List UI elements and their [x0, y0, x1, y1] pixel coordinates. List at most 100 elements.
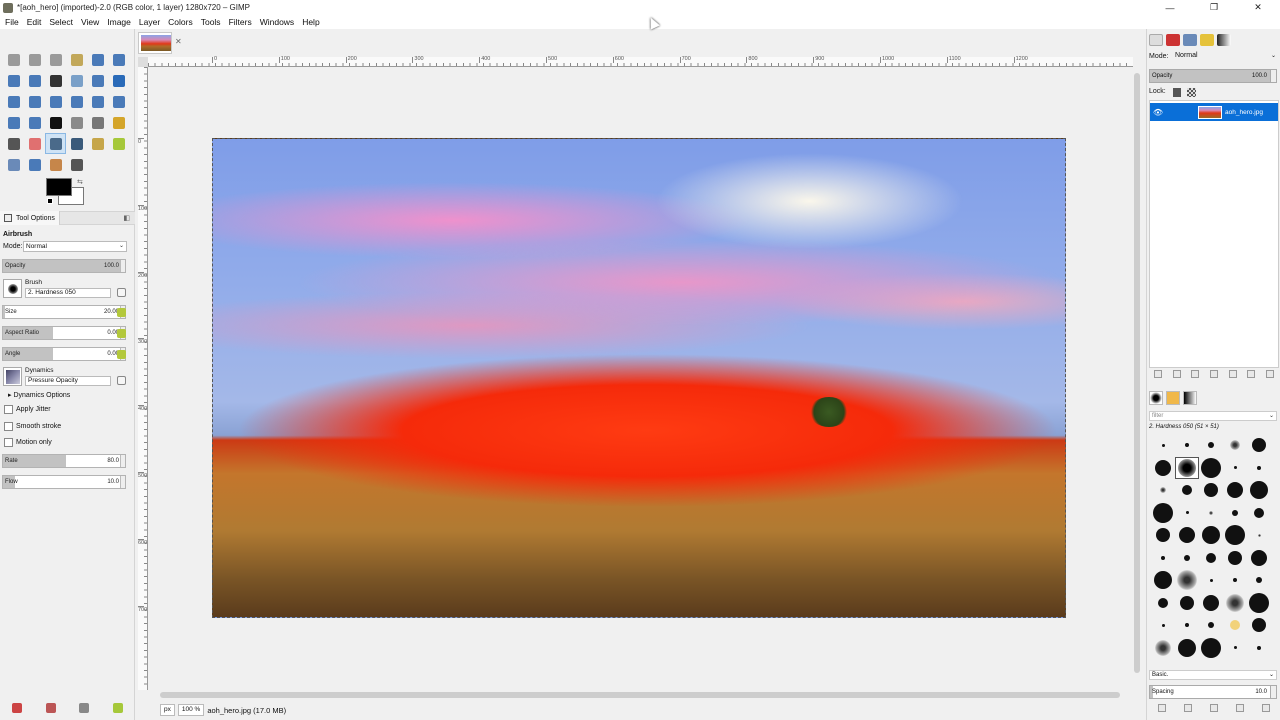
rate-slider[interactable]: Rate 80.0	[2, 454, 126, 468]
reset-options-icon[interactable]	[113, 703, 124, 713]
opacity-stepper[interactable]	[120, 260, 125, 272]
brush-item[interactable]	[1199, 547, 1223, 570]
brush-item[interactable]	[1151, 502, 1175, 525]
move-tool[interactable]	[108, 70, 129, 91]
menu-help[interactable]: Help	[302, 17, 319, 27]
brush-item[interactable]	[1223, 524, 1247, 547]
brush-item[interactable]	[1151, 547, 1175, 570]
menu-edit[interactable]: Edit	[27, 17, 42, 27]
aspect-ratio-slider[interactable]: Aspect Ratio 0.00	[2, 326, 126, 340]
paths-tool[interactable]	[24, 70, 45, 91]
horizontal-ruler[interactable]: 0 100 200 300 400 500 600 700 800 900 1000 1100 1200	[148, 56, 1133, 67]
mypaint-brush-tool[interactable]	[87, 133, 108, 154]
duplicate-brush-icon[interactable]	[1210, 704, 1218, 712]
text-tool[interactable]	[45, 112, 66, 133]
visibility-eye-icon[interactable]: 👁	[1150, 108, 1166, 117]
reset-angle-icon[interactable]	[117, 350, 126, 359]
brush-item[interactable]	[1151, 434, 1175, 457]
flow-slider[interactable]: Flow 10.0	[2, 475, 126, 489]
brush-item[interactable]	[1199, 637, 1223, 660]
brush-item[interactable]	[1175, 502, 1199, 525]
anchor-layer-icon[interactable]	[1247, 370, 1256, 378]
brush-item[interactable]	[1247, 569, 1271, 592]
brush-item[interactable]	[1175, 547, 1199, 570]
menu-tools[interactable]: Tools	[201, 17, 221, 27]
dynamics-name-field[interactable]: Pressure Opacity	[25, 376, 111, 386]
shear-tool[interactable]	[87, 91, 108, 112]
layer-mode-select[interactable]: Normal ⌄	[1175, 52, 1277, 62]
image-tab[interactable]	[138, 32, 172, 54]
brush-item[interactable]	[1175, 479, 1199, 502]
brush-item[interactable]	[1151, 479, 1175, 502]
brush-set-select[interactable]: Basic. ⌄	[1149, 670, 1277, 680]
bucket-fill-tool[interactable]	[66, 112, 87, 133]
rotate-tool[interactable]	[45, 91, 66, 112]
new-group-icon[interactable]	[1172, 370, 1181, 378]
clone-tool[interactable]	[108, 133, 129, 154]
layer-row[interactable]: 👁 aoh_hero.jpg	[1150, 103, 1278, 121]
patterns-tab-icon[interactable]	[1166, 391, 1180, 405]
brush-item[interactable]	[1247, 614, 1271, 637]
channels-tab-icon[interactable]	[1166, 34, 1180, 46]
dynamics-options-expander[interactable]: ▸ Dynamics Options	[8, 391, 70, 399]
brush-item[interactable]	[1151, 614, 1175, 637]
apply-jitter-checkbox[interactable]	[4, 405, 13, 414]
measure-tool[interactable]	[87, 70, 108, 91]
maximize-button[interactable]: ❐	[1192, 0, 1236, 15]
brush-item[interactable]	[1223, 457, 1247, 480]
tab-tool-options[interactable]: Tool Options	[0, 211, 60, 225]
brush-item[interactable]	[1175, 524, 1199, 547]
brush-item[interactable]	[1247, 637, 1271, 660]
brush-item[interactable]	[1151, 637, 1175, 660]
scissors-tool[interactable]	[108, 49, 129, 70]
brush-item[interactable]	[1223, 502, 1247, 525]
ink-tool[interactable]	[66, 133, 87, 154]
dynamics-preview[interactable]	[3, 367, 22, 386]
brush-filter-field[interactable]: filter ⌄	[1149, 411, 1277, 421]
smooth-stroke-checkbox[interactable]	[4, 422, 13, 431]
swap-colors-icon[interactable]: ⇆	[77, 178, 83, 186]
vertical-scrollbar[interactable]	[1132, 67, 1142, 690]
menu-windows[interactable]: Windows	[260, 17, 294, 27]
vertical-ruler[interactable]: 0 100 200 300 400 500 600 700	[138, 67, 148, 690]
duplicate-layer-icon[interactable]	[1228, 370, 1237, 378]
edit-brush-icon[interactable]	[117, 288, 126, 297]
eraser-tool[interactable]	[24, 133, 45, 154]
pencil-tool[interactable]	[108, 112, 129, 133]
brush-item[interactable]	[1199, 457, 1223, 480]
paths-tab-icon[interactable]	[1183, 34, 1197, 46]
gradient-tool[interactable]	[87, 112, 108, 133]
close-button[interactable]: ✕	[1236, 0, 1280, 15]
gradient-tab-icon[interactable]	[1217, 34, 1231, 46]
new-layer-icon[interactable]	[1154, 370, 1163, 378]
fuzzy-select-tool[interactable]	[66, 49, 87, 70]
angle-slider[interactable]: Angle 0.00	[2, 347, 126, 361]
zoom-select[interactable]: 100 %	[177, 704, 205, 716]
delete-layer-icon[interactable]	[1265, 370, 1274, 378]
layer-opacity-stepper[interactable]	[1270, 70, 1276, 82]
scale-tool[interactable]	[66, 91, 87, 112]
menu-colors[interactable]: Colors	[168, 17, 193, 27]
unit-select[interactable]: px	[160, 704, 175, 716]
brush-item[interactable]	[1247, 592, 1271, 615]
motion-only-checkbox[interactable]	[4, 438, 13, 447]
brush-item[interactable]	[1151, 592, 1175, 615]
menu-filters[interactable]: Filters	[229, 17, 252, 27]
airbrush-tool[interactable]	[45, 133, 66, 154]
brush-item[interactable]	[1199, 502, 1223, 525]
vertical-scroll-thumb[interactable]	[1134, 73, 1140, 673]
brush-item[interactable]	[1247, 547, 1271, 570]
reset-aspect-icon[interactable]	[117, 329, 126, 338]
save-options-icon[interactable]	[11, 703, 22, 713]
mode-select[interactable]: Normal ⌄	[23, 241, 127, 252]
layers-tab-icon[interactable]	[1149, 34, 1163, 46]
restore-options-icon[interactable]	[45, 703, 56, 713]
menu-file[interactable]: File	[5, 17, 19, 27]
refresh-brushes-icon[interactable]	[1262, 704, 1270, 712]
brush-item[interactable]	[1199, 479, 1223, 502]
configure-tab-icon[interactable]: ◧	[123, 214, 130, 222]
color-picker-tool[interactable]	[45, 70, 66, 91]
brush-item[interactable]	[1223, 614, 1247, 637]
gradients-tab-icon[interactable]	[1183, 391, 1197, 405]
ruler-corner[interactable]	[138, 57, 148, 67]
